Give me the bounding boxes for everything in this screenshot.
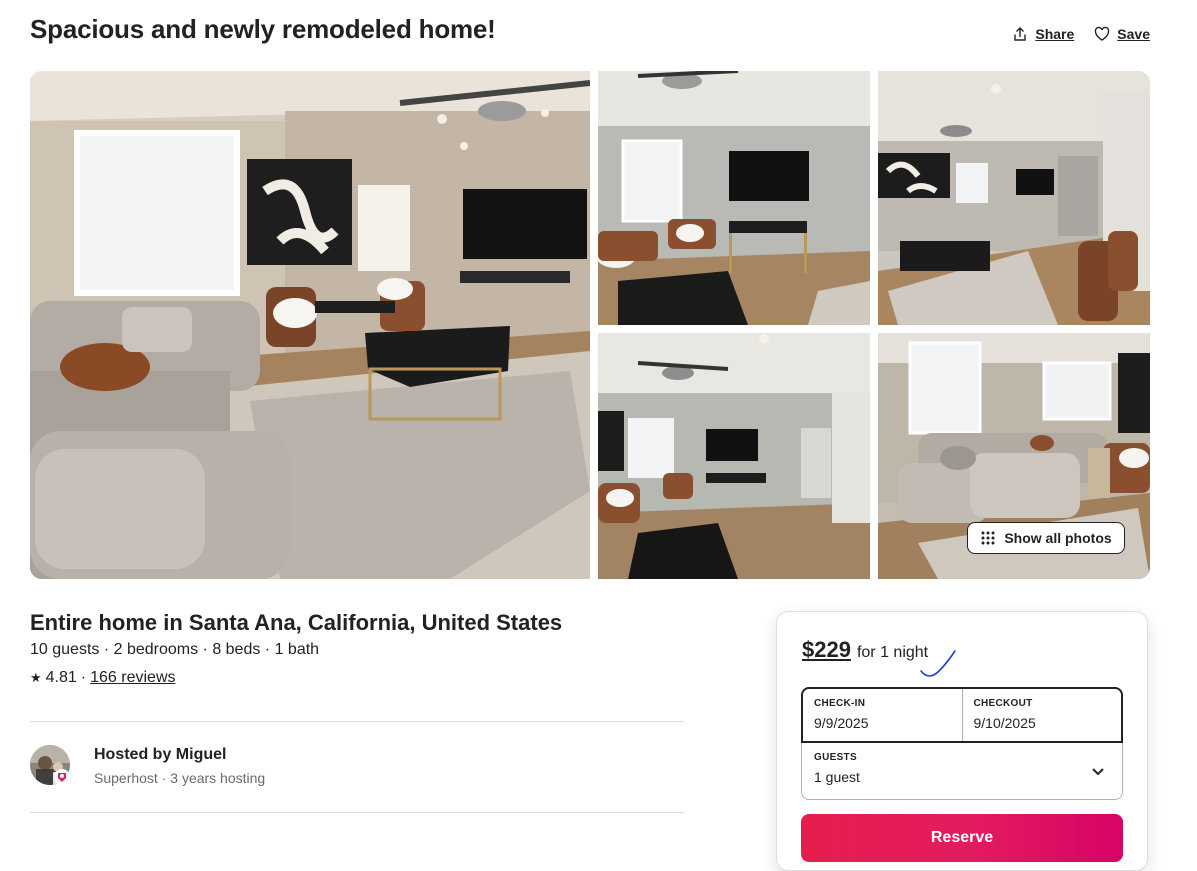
checkin-field[interactable]: CHECK-IN 9/9/2025 bbox=[803, 689, 962, 741]
rating-separator: · bbox=[80, 669, 87, 686]
grid-dots-icon bbox=[981, 531, 995, 545]
page-title: Spacious and newly remodeled home! bbox=[30, 14, 496, 44]
photo-main-living-room[interactable] bbox=[30, 71, 590, 579]
checkin-label: CHECK-IN bbox=[814, 698, 866, 709]
divider bbox=[30, 812, 684, 813]
date-picker: CHECK-IN 9/9/2025 CHECKOUT 9/10/2025 bbox=[801, 687, 1123, 743]
rating-row: ★ 4.81 · 166 reviews bbox=[30, 669, 176, 687]
star-icon: ★ bbox=[30, 670, 42, 685]
pen-annotation bbox=[920, 650, 956, 677]
nightly-price[interactable]: $229 bbox=[802, 637, 851, 663]
top-actions: Share Save bbox=[1012, 26, 1150, 42]
photo-4-living-room-hallway[interactable] bbox=[598, 333, 870, 579]
price-row: $229 for 1 night bbox=[802, 637, 928, 663]
checkin-value: 9/9/2025 bbox=[814, 715, 869, 731]
listing-title: Entire home in Santa Ana, California, Un… bbox=[30, 610, 563, 635]
photo-2-living-room-tv[interactable] bbox=[598, 71, 870, 325]
reserve-button[interactable]: Reserve bbox=[801, 814, 1123, 862]
checkout-field[interactable]: CHECKOUT 9/10/2025 bbox=[961, 689, 1122, 741]
share-label: Share bbox=[1035, 26, 1075, 42]
checkout-value: 9/10/2025 bbox=[973, 715, 1036, 731]
guests-selector[interactable]: GUESTS 1 guest bbox=[801, 743, 1123, 800]
divider bbox=[30, 721, 684, 722]
checkout-label: CHECKOUT bbox=[973, 698, 1033, 709]
show-all-photos-label: Show all photos bbox=[1004, 530, 1112, 546]
guests-label: GUESTS bbox=[814, 752, 857, 763]
listing-specs: 10 guests · 2 bedrooms · 8 beds · 1 bath bbox=[30, 641, 320, 658]
guests-value: 1 guest bbox=[814, 769, 860, 785]
host-name: Hosted by Miguel bbox=[94, 746, 227, 763]
show-all-photos-button[interactable]: Show all photos bbox=[967, 522, 1125, 554]
save-label: Save bbox=[1117, 26, 1150, 42]
photo-3-living-room-wide[interactable] bbox=[878, 71, 1150, 325]
host-info: Hosted by Miguel Superhost · 3 years hos… bbox=[94, 746, 265, 786]
rating-value: 4.81 bbox=[45, 669, 77, 686]
host-subtitle: Superhost · 3 years hosting bbox=[94, 770, 266, 786]
superhost-badge-icon bbox=[54, 769, 70, 785]
photo-gallery bbox=[30, 71, 1150, 579]
save-button[interactable]: Save bbox=[1094, 26, 1150, 42]
share-button[interactable]: Share bbox=[1012, 26, 1074, 42]
booking-card: $229 for 1 night CHECK-IN 9/9/2025 CHECK… bbox=[776, 611, 1148, 871]
heart-icon bbox=[1095, 26, 1110, 41]
reviews-link[interactable]: 166 reviews bbox=[90, 669, 175, 687]
chevron-down-icon bbox=[1092, 768, 1104, 776]
share-icon bbox=[1014, 27, 1027, 41]
